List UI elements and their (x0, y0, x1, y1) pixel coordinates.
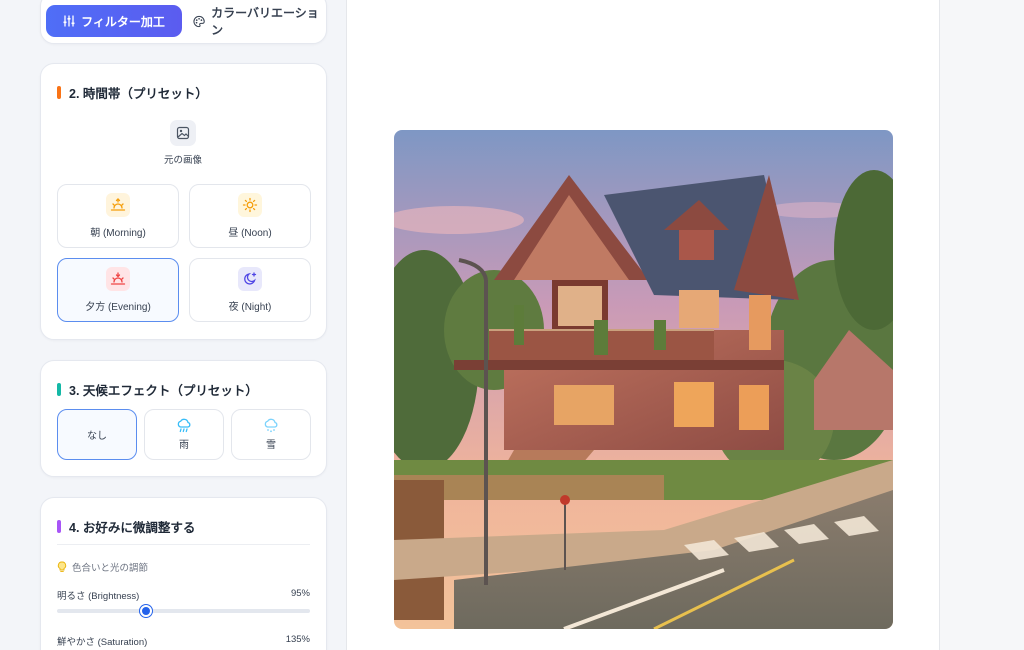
right-gutter (940, 0, 1024, 650)
weather-snow-button[interactable]: 雪 (231, 409, 311, 460)
saturation-label: 鮮やかさ (Saturation) (57, 637, 148, 648)
weather-section-title: 3. 天候エフェクト（プリセット） (57, 380, 258, 399)
image-icon (170, 120, 196, 146)
weather-section-title-text: 3. 天候エフェクト（プリセット） (69, 384, 258, 398)
tab-color-variation-label: カラーバリエーション (211, 6, 319, 37)
sunset-icon (106, 267, 130, 291)
saturation-value: 135% (285, 634, 310, 645)
preview-image[interactable] (394, 130, 893, 629)
house-photo-illustration (394, 130, 893, 629)
settings-panel: フィルター加工 カラーバリエーション 2. 時間帯（プリセット） 元の画像 朝 … (0, 0, 347, 650)
tab-filter-label: フィルター加工 (81, 14, 165, 29)
sliders-icon (63, 15, 75, 27)
preset-morning-label: 朝 (Morning) (90, 228, 146, 239)
saturation-row: 鮮やかさ (Saturation) 135% (57, 634, 310, 648)
weather-none-label: なし (87, 431, 107, 442)
preset-evening-label: 夕方 (Evening) (85, 302, 151, 313)
preview-canvas (347, 0, 940, 650)
brightness-row: 明るさ (Brightness) 95% (57, 588, 310, 602)
divider (57, 544, 310, 545)
weather-none-button[interactable]: なし (57, 409, 137, 460)
preset-noon-label: 昼 (Noon) (228, 228, 272, 239)
rain-cloud-icon (177, 418, 191, 433)
original-image-label: 元の画像 (163, 155, 202, 166)
brightness-value: 95% (290, 588, 310, 599)
weather-rain-label: 雨 (179, 440, 189, 451)
weather-rain-button[interactable]: 雨 (144, 409, 224, 460)
sun-icon (238, 193, 262, 217)
section-accent (57, 383, 61, 396)
preset-night-label: 夜 (Night) (228, 302, 272, 313)
time-of-day-card: 2. 時間帯（プリセット） 元の画像 朝 (Morning) 昼 (Noon) … (40, 63, 327, 340)
brightness-slider-thumb[interactable] (139, 605, 152, 617)
palette-icon (193, 15, 205, 27)
preset-evening[interactable]: 夕方 (Evening) (57, 258, 179, 322)
time-section-title-text: 2. 時間帯（プリセット） (69, 87, 208, 101)
subheading-text: 色合いと光の調節 (72, 563, 149, 574)
weather-card: 3. 天候エフェクト（プリセット） なし 雨 雪 (40, 360, 327, 477)
preset-night[interactable]: 夜 (Night) (189, 258, 311, 322)
section-accent (57, 86, 61, 99)
color-light-subheading: 色合いと光の調節 (57, 560, 148, 574)
moon-star-icon (238, 267, 262, 291)
mode-tab-bar: フィルター加工 カラーバリエーション (40, 0, 327, 44)
section-accent (57, 520, 61, 533)
time-section-title: 2. 時間帯（プリセット） (57, 83, 208, 102)
preset-noon[interactable]: 昼 (Noon) (189, 184, 311, 248)
lightbulb-icon (57, 561, 67, 572)
adjust-section-title-text: 4. お好みに微調整する (69, 521, 196, 535)
snow-cloud-icon (264, 418, 278, 433)
sunrise-icon (106, 193, 130, 217)
adjust-section-title: 4. お好みに微調整する (57, 517, 195, 536)
original-image-button[interactable]: 元の画像 (151, 120, 215, 172)
brightness-slider[interactable] (57, 605, 310, 617)
tab-filter[interactable]: フィルター加工 (46, 5, 182, 37)
tab-color-variation[interactable]: カラーバリエーション (193, 5, 323, 37)
weather-snow-label: 雪 (266, 440, 276, 451)
preset-morning[interactable]: 朝 (Morning) (57, 184, 179, 248)
fine-tune-card: 4. お好みに微調整する 色合いと光の調節 明るさ (Brightness) 9… (40, 497, 327, 650)
brightness-label: 明るさ (Brightness) (57, 591, 140, 602)
